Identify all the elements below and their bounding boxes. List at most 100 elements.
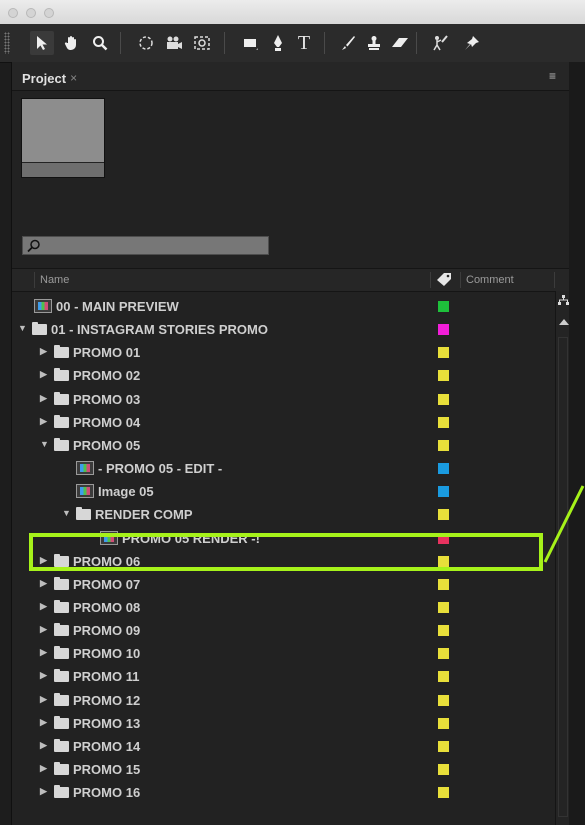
label-color-swatch[interactable]: [438, 370, 449, 382]
zoom-tool-icon[interactable]: [88, 31, 112, 55]
label-tag-icon[interactable]: [436, 272, 452, 289]
folder-row[interactable]: ▶ PROMO 13: [12, 712, 554, 735]
folder-row[interactable]: ▶ PROMO 02: [12, 364, 554, 387]
twirl-closed-icon[interactable]: ▶: [40, 393, 47, 404]
folder-row[interactable]: ▶ PROMO 04: [12, 411, 554, 434]
twirl-closed-icon[interactable]: ▶: [40, 624, 47, 635]
minimize-window-button[interactable]: [26, 8, 36, 18]
folder-row[interactable]: ▶ PROMO 11: [12, 665, 554, 688]
hand-tool-icon[interactable]: [60, 31, 84, 55]
twirl-closed-icon[interactable]: ▶: [40, 763, 47, 774]
toolbar-grip[interactable]: [4, 32, 10, 54]
folder-row[interactable]: ▶ PROMO 16: [12, 781, 554, 804]
type-tool-icon[interactable]: T: [292, 31, 316, 55]
twirl-closed-icon[interactable]: ▶: [40, 555, 47, 566]
puppet-pin-tool-icon[interactable]: [460, 31, 484, 55]
label-color-swatch[interactable]: [438, 764, 449, 775]
composition-icon: [76, 461, 94, 476]
composition-row[interactable]: 00 - MAIN PREVIEW: [12, 295, 554, 318]
label-color-swatch[interactable]: [438, 625, 449, 637]
twirl-closed-icon[interactable]: ▶: [40, 346, 47, 357]
pen-tool-icon[interactable]: [266, 31, 290, 55]
eraser-tool-icon[interactable]: [388, 31, 412, 55]
composition-icon: [76, 484, 94, 499]
clone-stamp-tool-icon[interactable]: [362, 31, 386, 55]
label-color-swatch[interactable]: [438, 393, 449, 405]
label-color-swatch[interactable]: [438, 532, 449, 544]
twirl-closed-icon[interactable]: ▶: [40, 578, 47, 589]
label-color-swatch[interactable]: [438, 509, 449, 521]
folder-row[interactable]: ▶ PROMO 09: [12, 619, 554, 642]
search-input[interactable]: [22, 236, 269, 255]
twirl-closed-icon[interactable]: ▶: [40, 717, 47, 728]
scrollbar-track[interactable]: [558, 337, 568, 817]
label-color-swatch[interactable]: [438, 347, 449, 359]
close-window-button[interactable]: [8, 8, 18, 18]
column-comment-header[interactable]: Comment: [466, 274, 514, 286]
brush-tool-icon[interactable]: [336, 31, 360, 55]
label-color-swatch[interactable]: [438, 301, 449, 312]
label-color-swatch[interactable]: [438, 671, 449, 683]
twirl-closed-icon[interactable]: ▶: [40, 694, 47, 705]
label-color-swatch[interactable]: [438, 486, 449, 498]
rectangle-tool-icon[interactable]: [238, 31, 262, 55]
label-color-swatch[interactable]: [438, 648, 449, 660]
twirl-closed-icon[interactable]: ▶: [40, 601, 47, 612]
twirl-closed-icon[interactable]: ▶: [40, 416, 47, 427]
item-name-label: PROMO 15: [73, 762, 141, 777]
folder-row[interactable]: ▼ RENDER COMP: [12, 503, 554, 526]
composition-icon: [34, 299, 52, 313]
roto-brush-tool-icon[interactable]: [428, 31, 452, 55]
folder-row[interactable]: ▶ PROMO 14: [12, 735, 554, 758]
selection-tool-icon[interactable]: [30, 31, 54, 55]
twirl-open-icon[interactable]: ▼: [40, 439, 49, 449]
folder-icon: [54, 715, 69, 729]
folder-row[interactable]: ▶ PROMO 03: [12, 388, 554, 411]
composition-row[interactable]: Image 05: [12, 480, 554, 503]
label-color-swatch[interactable]: [438, 463, 449, 475]
label-color-swatch[interactable]: [438, 601, 449, 613]
label-color-swatch[interactable]: [438, 416, 449, 428]
label-color-swatch[interactable]: [438, 740, 449, 752]
camera-tool-icon[interactable]: [162, 31, 186, 55]
item-name-label: 01 - INSTAGRAM STORIES PROMO: [51, 322, 268, 338]
twirl-closed-icon[interactable]: ▶: [40, 670, 47, 681]
composition-row[interactable]: PROMO 05 RENDER -!: [12, 527, 554, 550]
column-name-header[interactable]: Name: [40, 274, 69, 286]
scroll-up-arrow-icon[interactable]: [559, 319, 569, 325]
item-name-label: PROMO 01: [73, 345, 141, 361]
item-name-label: PROMO 16: [73, 785, 141, 801]
folder-row[interactable]: ▼ PROMO 05: [12, 434, 554, 457]
folder-row[interactable]: ▶ PROMO 01: [12, 341, 554, 364]
item-name-label: 00 - MAIN PREVIEW: [56, 299, 179, 314]
folder-row[interactable]: ▶ PROMO 15: [12, 758, 554, 781]
label-color-swatch[interactable]: [438, 787, 449, 799]
flowchart-icon[interactable]: [558, 295, 569, 309]
twirl-open-icon[interactable]: ▼: [62, 508, 71, 518]
folder-row[interactable]: ▼ 01 - INSTAGRAM STORIES PROMO: [12, 318, 554, 341]
rotation-tool-icon[interactable]: [134, 31, 158, 55]
folder-row[interactable]: ▶ PROMO 07: [12, 573, 554, 596]
label-color-swatch[interactable]: [438, 324, 449, 336]
tab-project[interactable]: Project ×: [16, 66, 83, 90]
label-color-swatch[interactable]: [438, 439, 449, 451]
label-color-swatch[interactable]: [438, 694, 449, 706]
tab-close-icon[interactable]: ×: [70, 71, 77, 85]
twirl-closed-icon[interactable]: ▶: [40, 369, 47, 380]
label-color-swatch[interactable]: [438, 555, 449, 567]
twirl-closed-icon[interactable]: ▶: [40, 786, 47, 797]
twirl-closed-icon[interactable]: ▶: [40, 740, 47, 751]
folder-row[interactable]: ▶ PROMO 10: [12, 642, 554, 665]
pan-behind-tool-icon[interactable]: [190, 31, 214, 55]
label-color-swatch[interactable]: [438, 578, 449, 590]
panel-menu-icon[interactable]: ≡: [549, 69, 556, 83]
folder-row[interactable]: ▶ PROMO 06: [12, 550, 554, 573]
composition-row[interactable]: - PROMO 05 - EDIT -: [12, 457, 554, 480]
folder-row[interactable]: ▶ PROMO 12: [12, 689, 554, 712]
label-color-swatch[interactable]: [438, 717, 449, 729]
zoom-window-button[interactable]: [44, 8, 54, 18]
folder-icon: [54, 576, 69, 590]
twirl-closed-icon[interactable]: ▶: [40, 647, 47, 658]
folder-row[interactable]: ▶ PROMO 08: [12, 596, 554, 619]
twirl-open-icon[interactable]: ▼: [18, 323, 27, 333]
